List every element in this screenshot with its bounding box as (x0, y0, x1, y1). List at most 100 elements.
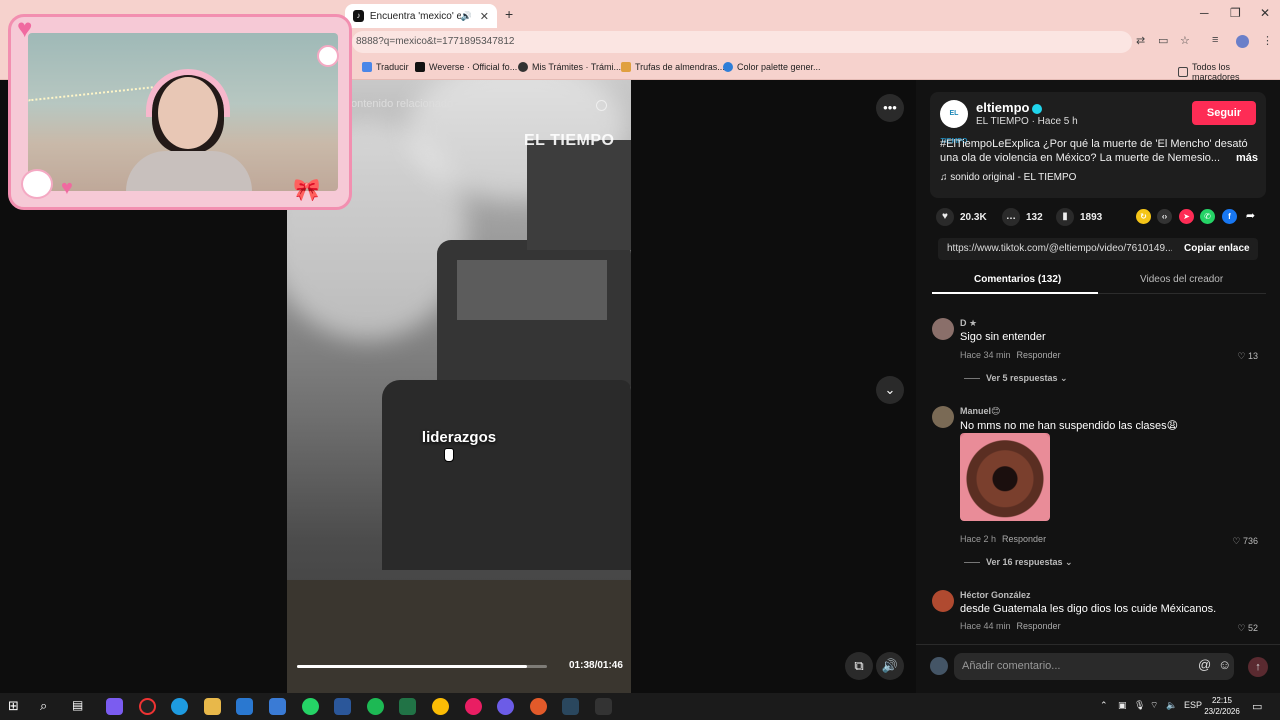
video-progress[interactable] (297, 665, 547, 668)
commenter-avatar[interactable] (932, 318, 954, 340)
palette-icon (723, 62, 733, 72)
next-video-icon[interactable]: ⌄ (876, 376, 904, 404)
mail-icon[interactable] (236, 698, 253, 715)
minimize-icon[interactable]: ─ (1200, 6, 1209, 20)
tray-app-icon[interactable]: ▣ (1118, 700, 1127, 711)
windows-start-icon[interactable]: ⊞ (8, 698, 25, 715)
mute-icon[interactable]: 🔊 (461, 11, 472, 22)
emoji-icon[interactable]: ☺ (1218, 657, 1231, 672)
tab-comments[interactable]: Comentarios (132) (974, 274, 1061, 285)
facebook-icon[interactable]: f (1222, 209, 1237, 224)
share-icon[interactable]: ➦ (1243, 209, 1258, 224)
discord-icon[interactable] (497, 698, 514, 715)
commenter-avatar[interactable] (932, 590, 954, 612)
reply-button[interactable]: Responder (1017, 621, 1061, 631)
media-player-icon[interactable] (465, 698, 482, 715)
post-comment-icon[interactable]: ↑ (1248, 657, 1268, 677)
like-button[interactable]: ♥ 20.3K (936, 208, 987, 226)
close-window-icon[interactable]: ✕ (1260, 6, 1270, 20)
restore-icon[interactable]: ❐ (1230, 6, 1241, 20)
whatsapp-icon[interactable] (302, 698, 319, 715)
repost-icon[interactable]: ↻ (1136, 209, 1151, 224)
spotify-icon[interactable] (367, 698, 384, 715)
commenter-name[interactable]: D ★ (960, 318, 977, 329)
browser-tab-active[interactable]: ♪ Encuentra 'mexico' en TikTo 🔊 ✕ (345, 4, 497, 28)
system-clock[interactable]: 22:15 23/2/2026 (1200, 695, 1244, 717)
creator-username[interactable]: eltiempo (976, 100, 1043, 115)
close-tab-icon[interactable]: ✕ (480, 10, 489, 23)
steam-icon[interactable] (562, 698, 579, 715)
comment-gif-image[interactable] (960, 433, 1050, 521)
url-text: 8888?q=mexico&t=1771895347812 (356, 36, 515, 47)
notifications-icon[interactable]: ▭ (1252, 700, 1262, 713)
all-bookmarks[interactable]: Todos los marcadores (1178, 62, 1280, 82)
epic-games-icon[interactable] (595, 698, 612, 715)
active-tab-indicator (932, 292, 1098, 294)
whatsapp-icon[interactable]: ✆ (1200, 209, 1215, 224)
copilot-icon[interactable] (106, 698, 123, 715)
comment-like[interactable]: ♡ 13 (1237, 351, 1258, 362)
video-link[interactable]: https://www.tiktok.com/@eltiempo/video/7… (947, 243, 1172, 254)
reply-button[interactable]: Responder (1017, 350, 1061, 360)
app-icon[interactable] (139, 698, 156, 715)
video-progress-fill (297, 665, 527, 668)
commenter-avatar[interactable] (932, 406, 954, 428)
user-avatar (930, 657, 948, 675)
url-input[interactable]: 8888?q=mexico&t=1771895347812 (352, 31, 1132, 53)
edge-icon[interactable] (171, 698, 188, 715)
copy-link-box: https://www.tiktok.com/@eltiempo/video/7… (938, 238, 1258, 260)
reading-list-icon[interactable]: ≡ (1212, 34, 1218, 46)
calculator-icon[interactable] (269, 698, 286, 715)
bookmark-color-palette[interactable]: Color palette gener... (723, 62, 821, 72)
word-icon[interactable] (334, 698, 351, 715)
sound-link[interactable]: ♫ sonido original - EL TIEMPO (940, 172, 1076, 183)
follow-button[interactable]: Seguir (1192, 101, 1256, 125)
comment-input[interactable]: Añadir comentario... (954, 653, 1234, 680)
translate-icon[interactable]: ⇄ (1136, 34, 1145, 47)
volume-icon[interactable]: 🔊 (876, 652, 904, 680)
creator-avatar[interactable]: EL TIEMPO (940, 100, 968, 145)
bookmark-star-icon[interactable]: ☆ (1180, 34, 1190, 47)
chrome-icon[interactable] (432, 698, 449, 715)
commenter-name[interactable]: Héctor González (960, 590, 1031, 600)
app-icon[interactable] (530, 698, 547, 715)
search-icon[interactable]: ⌕ (40, 698, 57, 715)
mention-icon[interactable]: @ (1198, 657, 1211, 672)
save-button[interactable]: ▮ 1893 (1056, 208, 1102, 226)
tray-chevron-icon[interactable]: ⌃ (1100, 700, 1108, 711)
embed-icon[interactable]: ‹› (1157, 209, 1172, 224)
miniplayer-icon[interactable]: ⧉ (845, 652, 873, 680)
excel-icon[interactable] (399, 698, 416, 715)
more-options-icon[interactable]: ••• (876, 94, 904, 122)
comment-like[interactable]: ♡ 736 (1232, 536, 1258, 547)
bookmark-translate[interactable]: Traducir (362, 62, 409, 72)
wifi-icon[interactable]: ⌔ (1150, 700, 1158, 711)
task-view-icon[interactable]: ▤ (72, 698, 89, 715)
reply-button[interactable]: Responder (1002, 534, 1046, 544)
view-replies[interactable]: Ver 16 respuestas ⌄ (964, 557, 1073, 568)
comment-button[interactable]: … 132 (1002, 208, 1043, 226)
copy-link-button[interactable]: Copiar enlace (1184, 243, 1250, 254)
tab-creator-videos[interactable]: Videos del creador (1140, 274, 1223, 285)
search-icon[interactable] (596, 100, 607, 111)
bow-icon: 🎀 (293, 177, 321, 202)
bookmark-trufas[interactable]: Trufas de almendras... (621, 62, 725, 72)
new-tab-icon[interactable]: + (505, 6, 513, 22)
cast-icon[interactable]: ▭ (1158, 34, 1168, 47)
profile-icon[interactable] (1236, 35, 1249, 48)
menu-icon[interactable]: ⋮ (1262, 34, 1273, 47)
bookmark-tramites[interactable]: Mis Trámites · Trámi... (518, 62, 621, 72)
description-text: #ElTiempoLeExplica ¿Por qué la muerte de… (940, 138, 1248, 164)
related-search[interactable]: ontenido relacionado (351, 98, 621, 120)
microphone-icon[interactable]: 🎙 (1134, 700, 1145, 711)
taskbar: ⊞ ⌕ ▤ ⌃ ▣ 🎙 ⌔ 🔈 ESP 22:15 23/2/2026 ▭ (0, 693, 1280, 720)
commenter-name[interactable]: Manuel😊 (960, 406, 1000, 417)
heart-icon: ♥ (936, 208, 954, 226)
speaker-icon[interactable]: 🔈 (1166, 700, 1177, 711)
bookmark-weverse[interactable]: Weverse · Official fo... (415, 62, 517, 72)
file-explorer-icon[interactable] (204, 698, 221, 715)
comment-like[interactable]: ♡ 52 (1237, 623, 1258, 634)
send-to-friend-icon[interactable]: ➤ (1179, 209, 1194, 224)
view-replies[interactable]: Ver 5 respuestas ⌄ (964, 373, 1068, 384)
more-link[interactable]: más (1236, 151, 1258, 165)
